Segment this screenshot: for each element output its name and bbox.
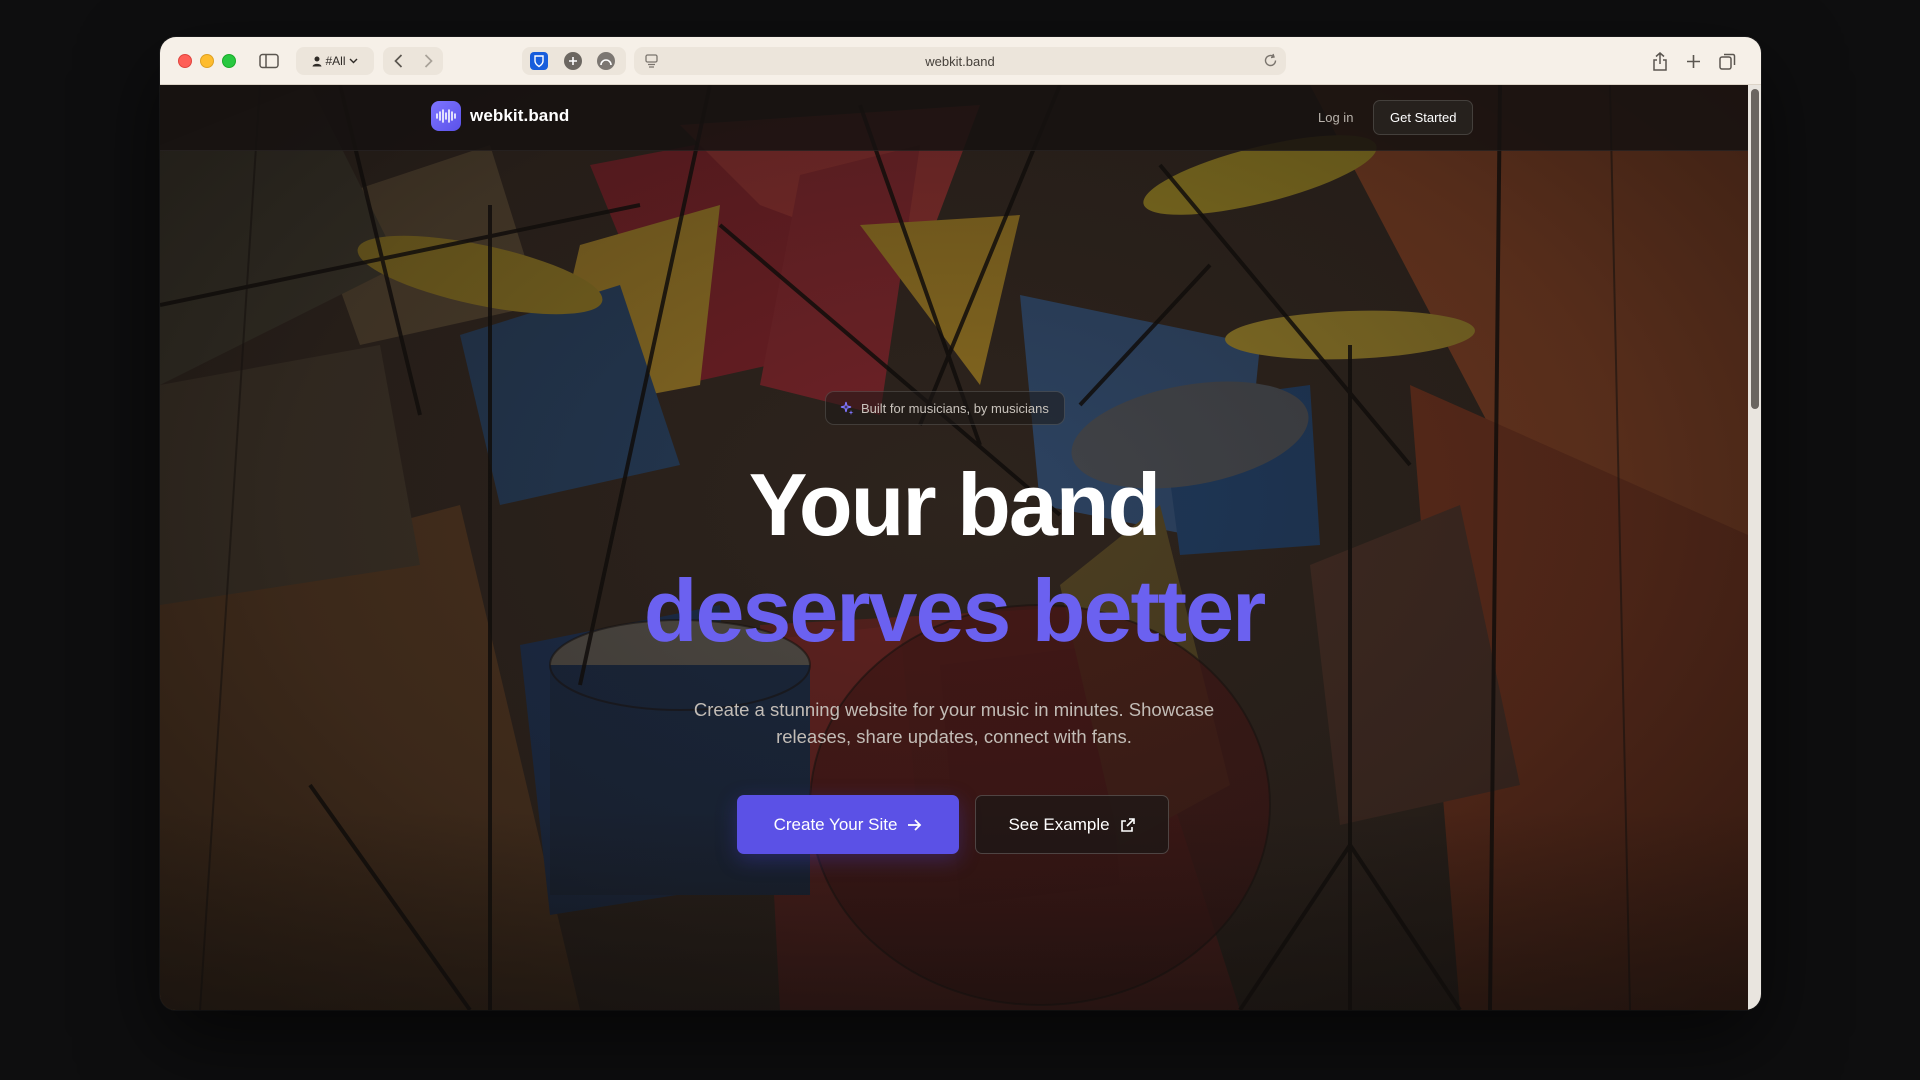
get-started-button[interactable]: Get Started (1373, 100, 1474, 135)
back-button[interactable] (383, 47, 413, 75)
share-icon (1653, 51, 1667, 71)
chevron-down-icon (349, 58, 357, 64)
scrollbar-thumb[interactable] (1751, 89, 1759, 409)
sidebar-toggle-button[interactable] (251, 47, 287, 75)
zoom-window-button[interactable] (222, 54, 236, 68)
see-example-label: See Example (1008, 814, 1110, 834)
close-window-button[interactable] (178, 54, 192, 68)
chevron-right-icon (424, 54, 433, 68)
bitwarden-extension-icon[interactable] (530, 52, 548, 70)
tab-overview-button[interactable] (1714, 47, 1740, 75)
brand-name: webkit.band (470, 106, 570, 125)
forward-button[interactable] (413, 47, 443, 75)
profile-label: #All (325, 54, 346, 68)
waveform-logo-icon (431, 101, 461, 131)
add-extension-icon[interactable] (564, 52, 582, 70)
extension-circle-icon[interactable] (597, 52, 615, 70)
url-text: webkit.band (925, 54, 995, 69)
hero-headline-line2: deserves better (643, 561, 1267, 660)
external-link-icon (1120, 817, 1135, 832)
brand-link[interactable]: webkit.band (431, 101, 569, 131)
see-example-button[interactable]: See Example (975, 795, 1169, 854)
browser-toolbar: #All webkit.band (160, 37, 1761, 85)
plus-icon (1686, 54, 1700, 68)
hero-badge: Built for musicians, by musicians (825, 391, 1065, 425)
minimize-window-button[interactable] (200, 54, 214, 68)
create-your-site-label: Create Your Site (773, 814, 898, 834)
tabs-overview-icon (1718, 53, 1735, 70)
profile-switcher-button[interactable]: #All (296, 47, 374, 75)
share-button[interactable] (1647, 47, 1673, 75)
browser-window: #All webkit.band webkit.band Log in Get … (160, 37, 1761, 1010)
sparkles-icon (840, 401, 854, 415)
badge-text: Built for musicians, by musicians (861, 400, 1049, 416)
chevron-left-icon (393, 54, 402, 68)
hero-subtext: Create a stunning website for your music… (693, 699, 1215, 747)
create-your-site-button[interactable]: Create Your Site (737, 795, 959, 854)
reload-icon[interactable] (1263, 53, 1278, 68)
arrow-right-icon (908, 818, 922, 831)
address-bar[interactable]: webkit.band (634, 47, 1286, 75)
hero-headline-line1: Your band (748, 455, 1162, 554)
person-icon (312, 56, 322, 66)
page-viewport: webkit.band Log in Get Started Built for… (160, 85, 1748, 1010)
site-navbar: webkit.band Log in Get Started (160, 85, 1748, 151)
login-link[interactable]: Log in (1318, 110, 1353, 125)
sidebar-icon (259, 53, 279, 69)
extensions-group (522, 47, 626, 75)
new-tab-button[interactable] (1680, 47, 1706, 75)
